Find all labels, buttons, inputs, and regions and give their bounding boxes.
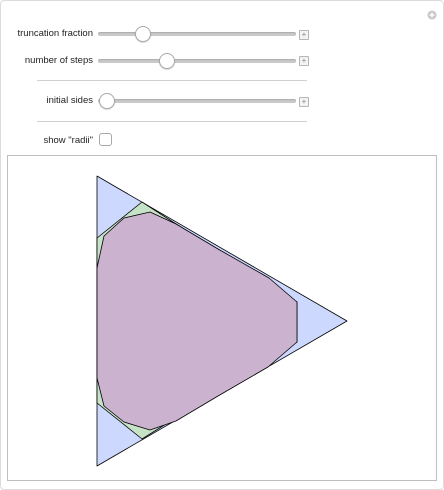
- number-of-steps-slider[interactable]: [98, 59, 296, 63]
- demonstration-panel: truncation fraction + number of steps + …: [0, 0, 444, 490]
- initial-sides-label: initial sides: [46, 95, 93, 106]
- number-of-steps-expand-icon[interactable]: +: [299, 56, 309, 66]
- graphics-canvas: [7, 155, 437, 481]
- number-of-steps-thumb[interactable]: [159, 53, 175, 69]
- truncation-fraction-label: truncation fraction: [17, 28, 93, 39]
- initial-sides-slider[interactable]: [98, 99, 296, 103]
- inner-polygon: [96, 211, 298, 431]
- divider: [37, 80, 307, 81]
- show-radii-checkbox[interactable]: [99, 133, 112, 146]
- truncation-fraction-expand-icon[interactable]: +: [299, 30, 309, 40]
- initial-sides-expand-icon[interactable]: +: [299, 97, 309, 107]
- number-of-steps-label: number of steps: [24, 55, 93, 66]
- divider: [37, 121, 307, 122]
- initial-sides-thumb[interactable]: [99, 93, 115, 109]
- truncated-triangle-graphic: [96, 175, 348, 467]
- truncation-fraction-slider[interactable]: [98, 32, 296, 36]
- truncation-fraction-thumb[interactable]: [135, 26, 151, 42]
- show-radii-label: show "radii": [43, 135, 93, 146]
- settings-plus-icon[interactable]: [427, 10, 437, 20]
